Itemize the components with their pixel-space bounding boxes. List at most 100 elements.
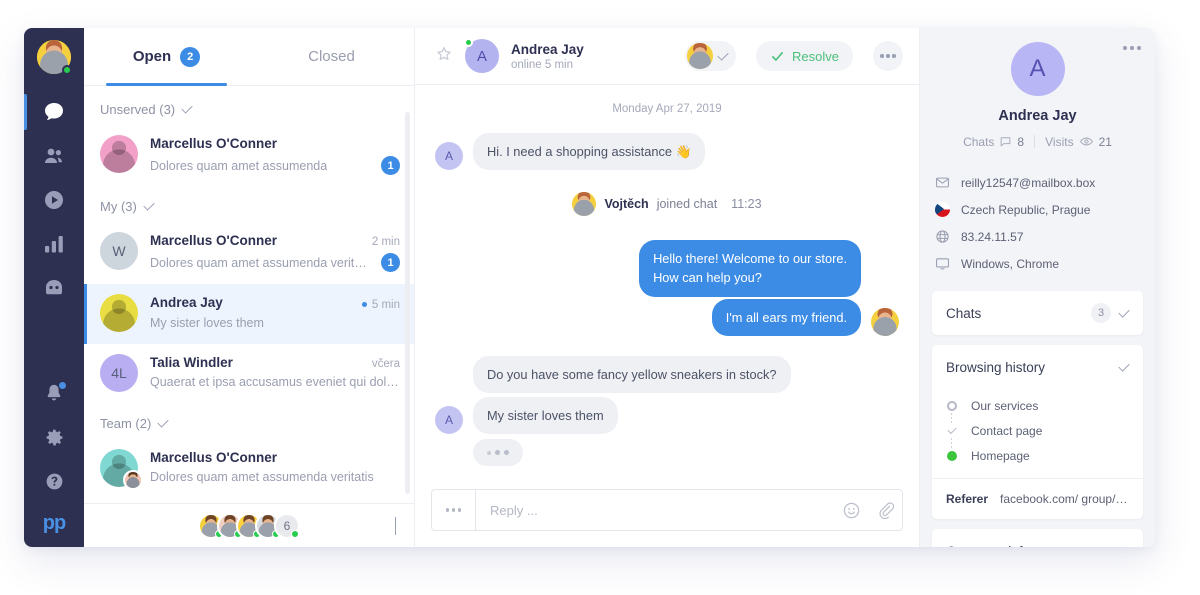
- stat-visits: Visits 21: [1045, 134, 1112, 149]
- chat-contact-initial: A: [476, 47, 487, 65]
- referer-row: Referer facebook.com/ group/12344...: [932, 478, 1143, 519]
- history-item[interactable]: Homepage: [946, 443, 1129, 468]
- reply-input[interactable]: [476, 490, 834, 530]
- rail-item-contacts[interactable]: [24, 134, 84, 178]
- agent-badge-face: [125, 472, 141, 488]
- history-item[interactable]: Our services: [946, 393, 1129, 424]
- meta-row-location: Czech Republic, Prague: [934, 196, 1141, 223]
- chevron-down-icon: [1118, 305, 1130, 318]
- online-status-dot: [62, 65, 72, 75]
- rail-item-bot[interactable]: [24, 266, 84, 310]
- history-marker-chevron-icon: [946, 424, 957, 435]
- card-browsing-history: Browsing history Our services Contact pa…: [932, 345, 1143, 519]
- message-bubble[interactable]: Hello there! Welcome to our store. How c…: [639, 240, 861, 297]
- conversation-row[interactable]: Marcellus O'Conner Dolores quam amet ass…: [84, 439, 414, 499]
- rail-item-notifications[interactable]: [24, 371, 84, 415]
- stat-chats: Chats 8: [963, 135, 1024, 149]
- chevron-down-icon: [181, 102, 193, 114]
- conversation-top-row: Marcellus O'Conner: [150, 450, 400, 465]
- left-nav-rail: pp: [24, 28, 84, 547]
- message-row-typing: [435, 438, 899, 467]
- tab-closed[interactable]: Closed: [249, 28, 414, 85]
- composer-area: [415, 479, 919, 547]
- customer-more-button[interactable]: [1123, 46, 1141, 50]
- card-browsing-history-title: Browsing history: [946, 359, 1046, 375]
- message-bubble[interactable]: Hi. I need a shopping assistance 👋: [473, 133, 706, 171]
- conversation-list-panel: Open 2 Closed Unserved (3) Marcellus O'C…: [84, 28, 415, 547]
- conversation-row[interactable]: 4L Talia Windler včera Quaerat et ipsa a…: [84, 344, 414, 404]
- conversation-row-selected[interactable]: Andrea Jay 5 min My sister loves them: [84, 284, 414, 344]
- tab-open[interactable]: Open 2: [84, 28, 249, 86]
- composer-more-button[interactable]: [432, 490, 476, 530]
- group-header-team[interactable]: Team (2): [84, 404, 414, 439]
- message-bubble[interactable]: I'm all ears my friend.: [711, 298, 861, 336]
- avatar-silhouette-icon: [100, 294, 138, 332]
- message-row-incoming: Do you have some fancy yellow sneakers i…: [435, 355, 899, 393]
- conversation-scrollbar[interactable]: [405, 112, 410, 494]
- star-icon[interactable]: [435, 45, 453, 68]
- conversation-bottom-row: My sister loves them: [150, 316, 400, 330]
- online-dot: [291, 529, 299, 538]
- rail-secondary-icons: pp: [24, 371, 84, 547]
- system-avatar: [572, 192, 597, 217]
- chat-contact-status: online 5 min: [511, 58, 574, 71]
- customer-name: Andrea Jay: [998, 108, 1077, 124]
- referer-label: Referer: [946, 492, 989, 506]
- message-row-outgoing: Hello there! Welcome to our store. How c…: [435, 240, 899, 297]
- current-user-avatar[interactable]: [37, 40, 72, 75]
- notification-badge: [58, 381, 67, 390]
- rail-item-settings[interactable]: [24, 415, 84, 459]
- ring-glyph: [946, 400, 957, 411]
- unread-badge: 1: [381, 156, 400, 175]
- card-customer-info-header[interactable]: Customer info: [932, 529, 1143, 547]
- rail-item-play[interactable]: [24, 178, 84, 222]
- chevron-up-icon[interactable]: [395, 516, 396, 535]
- message-bubble[interactable]: Do you have some fancy yellow sneakers i…: [473, 355, 791, 393]
- globe-icon: [934, 229, 950, 244]
- group-header-my[interactable]: My (3): [84, 187, 414, 222]
- referer-value: facebook.com/ group/12344...: [1000, 492, 1129, 506]
- more-dot: [1137, 46, 1141, 50]
- message-avatar: A: [435, 406, 463, 435]
- conversation-bottom-row: Dolores quam amet assumenda veritatis: [150, 470, 400, 484]
- brand-logo[interactable]: pp: [43, 503, 66, 541]
- paperclip-icon[interactable]: [868, 500, 902, 521]
- conversation-top-row: Talia Windler včera: [150, 355, 400, 370]
- avatar: [100, 135, 138, 173]
- chat-bubble-icon: [1001, 137, 1011, 147]
- message-bubble[interactable]: My sister loves them: [473, 396, 618, 435]
- rail-item-chats[interactable]: [24, 90, 84, 134]
- card-chats-header[interactable]: Chats 3: [932, 291, 1143, 335]
- team-avatar-stack[interactable]: 6: [198, 512, 300, 539]
- conversation-row[interactable]: Marcellus O'Conner Dolores quam amet ass…: [84, 125, 414, 187]
- chevron-down-icon: [717, 48, 729, 61]
- typing-indicator: [473, 439, 523, 467]
- chevron-down-icon: [1118, 359, 1130, 372]
- chevron-down-icon: [157, 416, 169, 428]
- assignee-selector[interactable]: [685, 41, 737, 71]
- meta-value-ip: 83.24.11.57: [961, 229, 1024, 244]
- flag-cz-glyph: [934, 202, 950, 217]
- conversation-body: Marcellus O'Conner Dolores quam amet ass…: [150, 449, 400, 484]
- conversation-row[interactable]: W Marcellus O'Conner 2 min Dolores quam …: [84, 222, 414, 284]
- browsing-history-list: Our services Contact page Homepage: [932, 389, 1143, 478]
- customer-info-panel: A Andrea Jay Chats 8 Visits 21 reilly125…: [920, 28, 1155, 547]
- message-row-incoming: A My sister loves them: [435, 396, 899, 435]
- card-chats: Chats 3: [932, 291, 1143, 335]
- group-header-unserved[interactable]: Unserved (3): [84, 90, 414, 125]
- team-presence-bar: 6: [84, 503, 414, 547]
- typing-dot: [495, 450, 500, 456]
- customer-meta-list: reilly12547@mailbox.box Czech Republic, …: [932, 159, 1143, 291]
- card-browsing-history-header[interactable]: Browsing history: [932, 345, 1143, 389]
- group-label: My (3): [100, 199, 137, 214]
- resolve-button[interactable]: Resolve: [756, 41, 853, 71]
- history-item[interactable]: Contact page: [946, 418, 1129, 449]
- stat-visits-value: 21: [1098, 134, 1112, 149]
- conversation-preview: My sister loves them: [150, 315, 264, 330]
- meta-value-location: Czech Republic, Prague: [961, 202, 1091, 217]
- rail-item-stats[interactable]: [24, 222, 84, 266]
- emoji-icon[interactable]: [834, 501, 868, 520]
- chat-more-button[interactable]: [873, 41, 903, 71]
- chat-contact-avatar: A: [464, 38, 499, 73]
- rail-item-help[interactable]: [24, 459, 84, 503]
